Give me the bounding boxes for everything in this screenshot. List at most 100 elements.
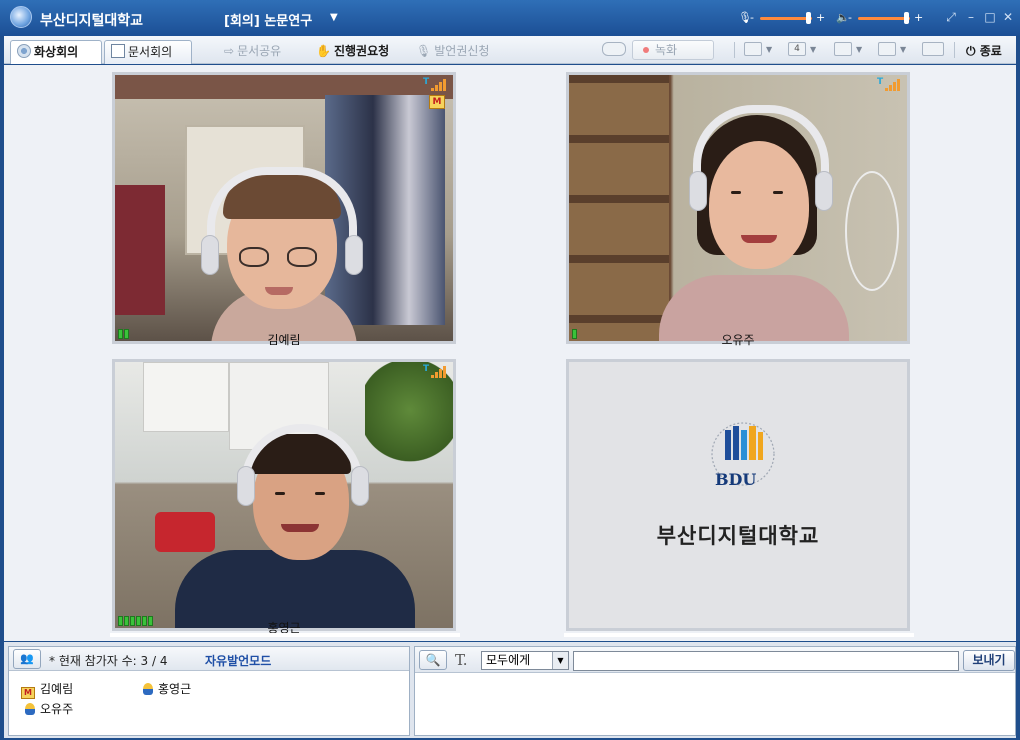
screen-size-icon[interactable] [878,42,896,56]
doc-share-button[interactable]: ⇨ 문서공유 [224,42,281,60]
fullscreen-icon[interactable]: ⤢ [944,10,958,24]
speaker-volume-slider[interactable]: 🔈 - + [836,11,924,25]
send-button[interactable]: 보내기 [963,650,1015,671]
video-tile-1[interactable]: T M [112,72,456,344]
red-chair [155,512,215,552]
app-title: 부산디지털대학교 [40,13,144,29]
minimize-icon[interactable]: – [964,10,978,24]
mic-volume-track[interactable] [760,17,812,20]
participant-item[interactable]: 오유주 [25,701,73,717]
toolbar-separator [954,42,955,58]
tile-divider [564,633,914,637]
glasses [239,247,269,267]
bottom-area: 👥 * 현재 참가자 수: 3 / 4 자유발언모드 M 김예림 홍영근 오유주 … [4,642,1016,738]
headset [693,105,829,185]
exit-button[interactable]: ⏻ 종료 [966,42,1002,59]
record-button[interactable]: 녹화 [632,40,714,60]
speaking-mode: 자유발언모드 [205,654,272,668]
restore-icon[interactable]: □ [983,10,997,24]
chat-panel: 🔍 T. 모두에게 ▼ 보내기 [414,646,1016,736]
share-icon: ⇨ [224,44,235,58]
participants-header: 👥 * 현재 참가자 수: 3 / 4 자유발언모드 [9,647,409,671]
mic-volume-slider[interactable]: 🎙 - + [738,11,826,25]
chevron-down-icon[interactable]: ▼ [766,45,772,54]
glasses [287,247,317,267]
meeting-title[interactable]: [회의] 논문연구 [224,10,312,29]
video-name-label: 오유주 [721,333,755,347]
plus-icon: + [816,11,826,24]
video-tile-3[interactable]: T [112,359,456,631]
chevron-down-icon[interactable]: ▼ [810,45,816,54]
tools-icon[interactable] [922,42,944,56]
person-mouth [265,287,293,295]
close-icon[interactable]: ✕ [1001,10,1015,24]
document-edit-icon [111,44,125,58]
font-settings-icon[interactable]: T. [455,651,468,669]
chevron-down-icon[interactable]: ▼ [856,45,862,54]
signal-strength-icon: T [423,77,447,91]
tab-video-meeting[interactable]: 화상회의 [10,40,102,64]
chevron-down-icon[interactable]: ▼ [552,652,568,669]
chat-zoom-button[interactable]: 🔍 [419,650,447,670]
user-icon [143,683,153,695]
plant [365,362,453,482]
host-badge-icon: M [21,687,35,699]
headset-cup [345,235,363,275]
person-mouth [741,235,777,243]
signal-strength-icon: T [423,364,447,378]
toolbar: 화상회의 문서회의 ⇨ 문서공유 ✋ 진행권요청 🎙 발언권신청 녹화 ▼ 4 ▼ ▼… [4,36,1016,64]
sound-settings-icon[interactable] [744,42,762,56]
empty-slot-logo-tile: BDU 부산디지털대학교 [566,359,910,631]
hand-icon: ✋ [316,44,331,58]
person-eye [731,191,741,194]
app-logo-icon [10,6,32,28]
video-grid: T M 김예림 T 오유주 T 홍영근 BDU 부산디지털대학교 [4,65,1016,641]
speaker-volume-track[interactable] [858,17,910,20]
camera-icon[interactable] [602,42,626,56]
headset-cup [815,171,833,211]
headset-cup [689,171,707,211]
layout-count-button[interactable]: 4 [788,42,806,56]
request-speak-button[interactable]: 🎙 발언권신청 [416,42,489,60]
bookshelf [569,75,669,341]
bdu-logo-text: BDU [715,470,757,489]
user-icon [25,703,35,715]
window-blind [143,362,229,432]
invite-participant-button[interactable]: 👥 [13,649,41,669]
chat-input-row: 🔍 T. 모두에게 ▼ 보내기 [415,647,1015,673]
participant-count: * 현재 참가자 수: 3 / 4 [49,654,168,668]
chevron-down-icon[interactable]: ▼ [330,12,338,23]
headset-cup [201,235,219,275]
tab-document-meeting[interactable]: 문서회의 [104,40,192,64]
participant-item[interactable]: 홍영근 [143,681,191,697]
video-tile-2[interactable]: T [566,72,910,344]
host-badge-icon: M [429,95,445,109]
mic-volume-handle[interactable] [806,12,811,24]
chevron-down-icon[interactable]: ▼ [900,45,906,54]
microphone-icon: 🎙 [416,44,432,58]
school-name: 부산디지털대학교 [656,524,820,548]
request-control-button[interactable]: ✋ 진행권요청 [316,42,389,60]
headset-cup [351,466,369,506]
minus-icon: - [848,11,852,24]
signal-strength-icon: T [877,77,901,91]
toolbar-separator [734,42,735,58]
video-name-label: 김예림 [267,333,301,347]
headset-cup [237,466,255,506]
title-bar: 부산디지털대학교 [회의] 논문연구 ▼ 🎙 - + 🔈 - + ⤢ – □ ✕ [0,0,1020,36]
recipient-select[interactable]: 모두에게 ▼ [481,651,569,670]
speaker-volume-handle[interactable] [904,12,909,24]
person-mouth [281,524,319,532]
participants-panel: 👥 * 현재 참가자 수: 3 / 4 자유발언모드 M 김예림 홍영근 오유주 [8,646,410,736]
magnifier-icon: 🔍 [425,653,441,667]
tile-divider [110,633,460,637]
chat-message-input[interactable] [573,651,959,671]
plus-icon: + [914,11,924,24]
record-dot-icon [643,47,649,53]
webcam-icon [17,44,31,58]
person-eye [773,191,783,194]
power-icon: ⏻ [966,44,976,58]
participant-item[interactable]: M 김예림 [21,681,73,699]
minus-icon: - [750,11,754,24]
grid-layout-icon[interactable] [834,42,852,56]
